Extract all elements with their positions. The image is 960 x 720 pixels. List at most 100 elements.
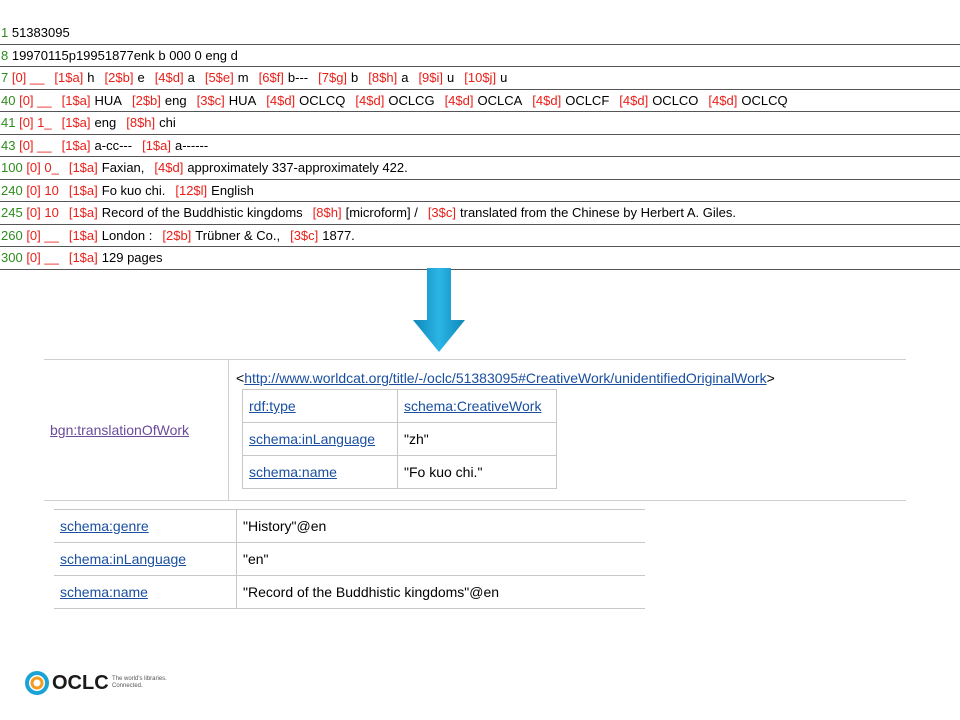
marc-subfield-code: [4$d] xyxy=(532,92,562,108)
name-property[interactable]: schema:name xyxy=(54,575,237,609)
marc-tag: 40 xyxy=(1,92,20,108)
in-language-value: "en" xyxy=(236,542,645,576)
oclc-logo: OCLC The world's libraries. Connected. xyxy=(24,668,167,698)
marc-tag: 100 xyxy=(1,160,27,175)
marc-subfield-value: a-cc--- xyxy=(94,137,133,153)
marc-subfield-code: [3$c] xyxy=(290,227,319,243)
original-work-properties-table: rdf:type schema:CreativeWork schema:inLan… xyxy=(242,389,557,489)
marc-subfield-code: [3$c] xyxy=(427,205,456,220)
marc-subfield-code: [8$h] xyxy=(312,205,342,220)
marc-subfield-code: [1$a] xyxy=(68,227,98,243)
marc-subfield-value: m xyxy=(237,70,249,85)
genre-property[interactable]: schema:genre xyxy=(54,509,237,543)
marc-subfield-code: [1$a] xyxy=(61,92,91,108)
marc-subfield-code: [4$d] xyxy=(355,92,385,108)
marc-row: 1 51383095 xyxy=(0,22,960,45)
name-property[interactable]: schema:name xyxy=(242,455,398,489)
marc-subfield-value: 51383095 xyxy=(11,25,70,40)
original-work-uri-link[interactable]: http://www.worldcat.org/title/-/oclc/513… xyxy=(244,370,766,386)
marc-subfield-code: [0] 10 xyxy=(26,182,59,198)
table-row: schema:inLanguage "en" xyxy=(54,542,645,576)
marc-subfield-code: [4$d] xyxy=(266,92,296,108)
marc-subfield-code: [0] __ xyxy=(26,227,59,243)
marc-row: 100 [0] 0_ [1$a] Faxian, [4$d] approximately… xyxy=(0,157,960,180)
genre-value: "History"@en xyxy=(236,509,645,543)
marc-subfield-value: translated from the Chinese by Herbert A… xyxy=(460,205,737,220)
translation-of-work-block: bgn:translationOfWork <http://www.worldc… xyxy=(44,359,906,501)
marc-subfield-value: a------ xyxy=(175,137,209,153)
translation-of-work-property[interactable]: bgn:translationOfWork xyxy=(50,422,189,438)
rdf-type-property[interactable]: rdf:type xyxy=(242,389,398,423)
marc-tag: 300 xyxy=(1,250,27,265)
marc-tag: 260 xyxy=(1,227,27,243)
down-arrow-icon xyxy=(413,268,465,352)
column-divider xyxy=(228,360,229,500)
marc-row: 260 [0] __ [1$a] London : [2$b] Trübner & Co… xyxy=(0,225,960,247)
marc-subfield-value: [microform] / xyxy=(345,205,418,220)
marc-subfield-code: [1$a] xyxy=(68,250,98,265)
marc-subfield-code: [1$a] xyxy=(61,137,91,153)
marc-subfield-code: [0] 10 xyxy=(26,205,59,220)
marc-subfield-code: [4$d] xyxy=(154,70,184,85)
marc-subfield-code: [10$j] xyxy=(464,70,497,85)
marc-row: 245 [0] 10 [1$a] Record of the Buddhistic … xyxy=(0,202,960,225)
marc-subfield-code: [6$f] xyxy=(258,70,284,85)
name-value: "Fo kuo chi." xyxy=(397,455,557,489)
oclc-mark-icon xyxy=(25,671,49,695)
marc-subfield-code: [1$a] xyxy=(61,115,91,130)
marc-subfield-value: OCLCF xyxy=(565,92,610,108)
marc-subfield-code: [4$d] xyxy=(619,92,649,108)
marc-subfield-value: u xyxy=(500,70,508,85)
marc-tag: 7 xyxy=(1,70,12,85)
marc-row: 240 [0] 10 [1$a] Fo kuo chi. [12$l] English xyxy=(0,180,960,202)
marc-subfield-code: [0] 1_ xyxy=(19,115,52,130)
work-properties-table: schema:genre "History"@en schema:inLangua… xyxy=(54,509,645,609)
creative-work-link[interactable]: schema:CreativeWork xyxy=(404,398,541,414)
marc-tag: 1 xyxy=(1,25,12,40)
marc-subfield-code: [5$e] xyxy=(204,70,234,85)
marc-tag: 41 xyxy=(1,115,20,130)
marc-row: 43 [0] __ [1$a] a-cc--- [1$a] a------ xyxy=(0,135,960,157)
marc-subfield-code: [1$a] xyxy=(54,70,84,85)
marc-subfield-code: [8$h] xyxy=(368,70,398,85)
marc-subfield-value: u xyxy=(447,70,455,85)
marc-tag: 240 xyxy=(1,182,27,198)
marc-subfield-value: a xyxy=(401,70,409,85)
logo-tagline: The world's libraries. Connected. xyxy=(112,676,167,689)
marc-subfield-value: h xyxy=(87,70,95,85)
marc-subfield-value: Faxian, xyxy=(101,160,145,175)
marc-subfield-code: [0] 0_ xyxy=(26,160,59,175)
marc-row: 41 [0] 1_ [1$a] eng [8$h] chi xyxy=(0,112,960,135)
marc-subfield-value: approximately 337-approximately 422. xyxy=(187,160,408,175)
marc-subfield-value: London : xyxy=(101,227,153,243)
marc-row: 40 [0] __ [1$a] HUA [2$b] eng [3$c] HUA [4$d] OC… xyxy=(0,90,960,112)
marc-subfield-value: 129 pages xyxy=(101,250,163,265)
marc-subfield-code: [12$l] xyxy=(175,182,208,198)
marc-tag: 245 xyxy=(1,205,27,220)
in-language-property[interactable]: schema:inLanguage xyxy=(242,422,398,456)
marc-subfield-code: [3$c] xyxy=(196,92,225,108)
in-language-property[interactable]: schema:inLanguage xyxy=(54,542,237,576)
marc-subfield-value: English xyxy=(211,182,254,198)
table-row: schema:inLanguage "zh" xyxy=(242,422,557,456)
marc-subfield-code: [4$d] xyxy=(708,92,738,108)
marc-subfield-value: HUA xyxy=(228,92,257,108)
marc-subfield-value: a xyxy=(187,70,195,85)
marc-row: 300 [0] __ [1$a] 129 pages xyxy=(0,247,960,270)
table-row: schema:name "Fo kuo chi." xyxy=(242,455,557,489)
marc-subfield-value: e xyxy=(137,70,145,85)
marc-subfield-value: b xyxy=(351,70,359,85)
marc-subfield-code: [1$a] xyxy=(68,160,98,175)
marc-subfield-value: OCLCO xyxy=(652,92,699,108)
marc-subfield-value: OCLCG xyxy=(388,92,435,108)
marc-subfield-code: [0] __ xyxy=(26,250,59,265)
marc-subfield-value: 19970115p19951877enk b 000 0 eng d xyxy=(11,47,238,63)
marc-subfield-code: [8$h] xyxy=(126,115,156,130)
original-work-uri: <http://www.worldcat.org/title/-/oclc/51… xyxy=(236,370,775,386)
marc-tag: 8 xyxy=(1,47,12,63)
marc-subfield-code: [0] __ xyxy=(19,137,52,153)
table-row: rdf:type schema:CreativeWork xyxy=(242,389,557,423)
marc-subfield-value: eng xyxy=(94,115,117,130)
marc-subfield-code: [1$a] xyxy=(68,182,98,198)
marc-subfield-code: [2$b] xyxy=(104,70,134,85)
